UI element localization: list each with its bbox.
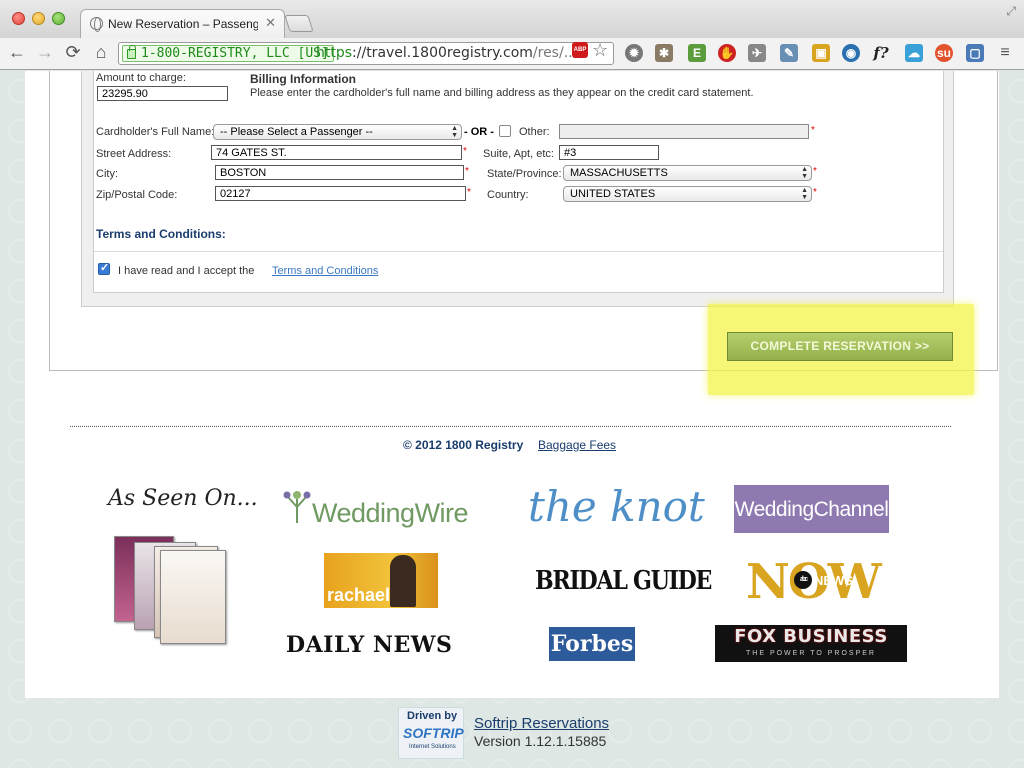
billing-description: Please enter the cardholder's full name …	[250, 87, 754, 99]
bookmark-star-icon[interactable]: ☆	[592, 40, 608, 61]
billing-title: Billing Information	[250, 72, 356, 86]
footer-divider	[70, 426, 951, 427]
truck-extension-icon[interactable]: ▣	[812, 44, 830, 62]
url-text: https://travel.1800registry.com/res/...	[316, 45, 578, 61]
adblock-icon[interactable]: ABP	[572, 42, 588, 58]
terms-link[interactable]: Terms and Conditions	[272, 265, 378, 277]
stop-extension-icon[interactable]: ✋	[718, 44, 736, 62]
fox-business-logo: FOX BUSINESS THE POWER TO PROSPER	[715, 625, 907, 662]
home-button[interactable]: ⌂	[90, 42, 112, 63]
city-label: City:	[96, 168, 118, 180]
suite-field[interactable]: #3	[559, 145, 659, 160]
softrip-reservations-link[interactable]: Softrip Reservations	[474, 715, 609, 732]
magazine-covers-image	[114, 536, 228, 644]
zip-field[interactable]: 02127	[215, 186, 466, 201]
new-tab-button[interactable]	[284, 15, 314, 32]
ev-certificate-badge[interactable]: 1-800-REGISTRY, LLC [US]	[122, 45, 334, 62]
country-label: Country:	[487, 189, 529, 201]
close-tab-icon[interactable]: ✕	[265, 15, 276, 31]
other-label: Other:	[519, 126, 550, 138]
weddingwire-flower-icon	[283, 491, 311, 523]
required-mark: *	[465, 166, 469, 177]
street-field[interactable]: 74 GATES ST.	[211, 145, 462, 160]
host-photo	[390, 555, 416, 607]
select-arrows-icon: ▲ ▼	[451, 125, 458, 139]
browser-toolbar: ← → ⟳ ⌂ 1-800-REGISTRY, LLC [US] https:/…	[0, 38, 1024, 70]
required-mark: *	[463, 146, 467, 157]
gear-extension-icon[interactable]: ✹	[625, 44, 643, 62]
passenger-select[interactable]: -- Please Select a Passenger -- ▲ ▼	[213, 124, 462, 140]
globe-icon	[90, 17, 103, 32]
fullscreen-icon[interactable]: ⤢	[1006, 4, 1016, 19]
required-mark: *	[811, 125, 815, 136]
abc-news-now-logo: NOW abc NEWS	[746, 554, 882, 610]
cloud-extension-icon[interactable]: ☁	[905, 44, 923, 62]
city-field[interactable]: BOSTON	[215, 165, 464, 180]
select-arrows-icon: ▲ ▼	[801, 187, 808, 201]
zip-label: Zip/Postal Code:	[96, 189, 178, 201]
complete-reservation-button[interactable]: COMPLETE RESERVATION >>	[727, 332, 953, 361]
section-divider	[94, 251, 943, 252]
country-select[interactable]: UNITED STATES ▲ ▼	[563, 186, 812, 202]
evernote-extension-icon[interactable]: E	[688, 44, 706, 62]
amount-field[interactable]: 23295.90	[97, 86, 228, 101]
abc-icon: abc	[794, 571, 812, 589]
accept-terms-checkbox[interactable]	[98, 261, 110, 275]
close-window-button[interactable]	[12, 12, 25, 25]
state-select[interactable]: MASSACHUSETTS ▲ ▼	[563, 165, 812, 181]
the-knot-logo: the knot	[528, 482, 705, 531]
or-separator: - OR -	[464, 126, 494, 138]
suite-label: Suite, Apt, etc:	[483, 148, 554, 160]
copyright: © 2012 1800 Registry	[403, 438, 524, 452]
cardholder-label: Cardholder's Full Name:	[96, 126, 215, 138]
address-bar[interactable]: 1-800-REGISTRY, LLC [US] https://travel.…	[118, 42, 614, 65]
billing-form	[93, 71, 944, 293]
minimize-window-button[interactable]	[32, 12, 45, 25]
font-extension-icon[interactable]: f?	[872, 44, 890, 62]
required-mark: *	[813, 166, 817, 177]
tab-title: New Reservation – Passenger	[108, 17, 258, 31]
version-text: Version 1.12.1.15885	[474, 733, 607, 749]
accept-terms-label: I have read and I accept the	[118, 265, 255, 277]
baggage-fees-link[interactable]: Baggage Fees	[538, 438, 616, 452]
required-mark: *	[467, 187, 471, 198]
forbes-logo: Forbes	[549, 627, 635, 661]
terms-heading: Terms and Conditions:	[96, 227, 226, 241]
bird-extension-icon[interactable]: ✈	[748, 44, 766, 62]
as-seen-on-text: As Seen On...	[108, 486, 258, 511]
select-arrows-icon: ▲ ▼	[801, 166, 808, 180]
other-name-field[interactable]	[559, 124, 809, 139]
weddingchannel-logo: WeddingChannel	[734, 485, 889, 533]
other-checkbox[interactable]	[499, 125, 511, 137]
state-label: State/Province:	[487, 168, 562, 180]
browser-titlebar: New Reservation – Passenger ✕ ⤢	[0, 0, 1024, 38]
window-extension-icon[interactable]: ▢	[966, 44, 984, 62]
required-mark: *	[813, 187, 817, 198]
browser-tab[interactable]: New Reservation – Passenger ✕	[80, 9, 285, 38]
forward-button[interactable]: →	[34, 42, 56, 63]
menu-wrench-icon[interactable]: ≡	[996, 44, 1014, 62]
amount-label: Amount to charge:	[96, 72, 186, 84]
back-button[interactable]: ←	[6, 42, 28, 63]
lock-icon	[127, 45, 136, 59]
eyedropper-extension-icon[interactable]: ✎	[780, 44, 798, 62]
street-label: Street Address:	[96, 148, 172, 160]
reload-button[interactable]: ⟳	[62, 42, 84, 63]
rachael-ray-logo: rachael	[324, 553, 438, 608]
weddingwire-logo: WeddingWire	[312, 498, 469, 528]
bug-extension-icon[interactable]: ✱	[655, 44, 673, 62]
bridal-guide-logo: BRIDAL GUIDE	[535, 566, 712, 596]
softrip-logo[interactable]: Driven by SOFTRIP Internet Solutions	[398, 707, 464, 759]
zoom-window-button[interactable]	[52, 12, 65, 25]
daily-news-logo: DAILY NEWS	[286, 632, 453, 658]
eye-extension-icon[interactable]: ◉	[842, 44, 860, 62]
stumbleupon-extension-icon[interactable]: su	[935, 44, 953, 62]
